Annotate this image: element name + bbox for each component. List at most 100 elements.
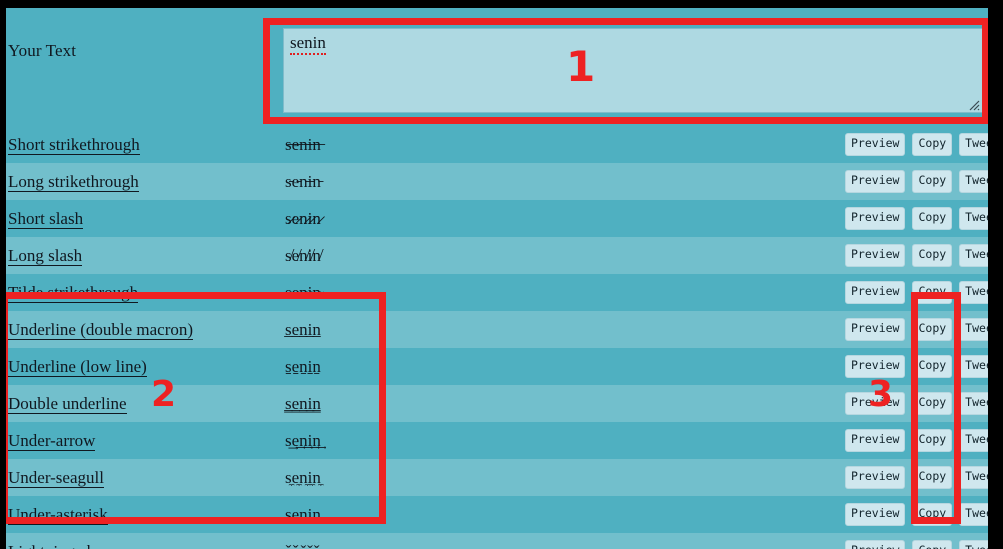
style-sample-text: s͙e͙n͙i͙n͙: [285, 504, 321, 524]
preview-button[interactable]: Preview: [845, 540, 906, 549]
table-row: Double underline s̳e̳n̳i̳n̳ Preview Copy Twe…: [6, 385, 988, 422]
style-name-cell: Under-arrow: [6, 430, 285, 451]
tweet-button[interactable]: Tweet: [959, 170, 988, 193]
style-rows-table: Short strikethrough s̶e̶n̶i̶n̶ Preview Copy…: [6, 126, 988, 549]
preview-button[interactable]: Preview: [845, 318, 906, 341]
style-name-cell: Under-seagull: [6, 467, 285, 488]
style-name-cell: Under-asterisk: [6, 504, 285, 525]
resize-grip-icon[interactable]: [967, 98, 980, 111]
preview-button[interactable]: Preview: [845, 207, 906, 230]
style-name-link[interactable]: Double underline: [8, 393, 127, 414]
style-sample-text: s̱e̱ṉi̱ṉ: [285, 356, 321, 376]
row-actions: Preview Copy Tweet: [845, 466, 988, 489]
style-name-link[interactable]: Short strikethrough: [8, 134, 140, 155]
table-row: Short strikethrough s̶e̶n̶i̶n̶ Preview Copy…: [6, 126, 988, 163]
style-name-link[interactable]: Lightning above: [8, 541, 120, 549]
tweet-button[interactable]: Tweet: [959, 355, 988, 378]
copy-button[interactable]: Copy: [912, 318, 953, 341]
table-row: Short slash s̷e̷n̷i̷n̷ Preview Copy Tweet: [6, 200, 988, 237]
row-actions: Preview Copy Tweet: [845, 355, 988, 378]
style-name-cell: Short slash: [6, 208, 285, 229]
copy-button[interactable]: Copy: [912, 355, 953, 378]
row-actions: Preview Copy Tweet: [845, 429, 988, 452]
copy-button[interactable]: Copy: [912, 133, 953, 156]
tweet-button[interactable]: Tweet: [959, 392, 988, 415]
style-name-cell: Long slash: [6, 245, 285, 266]
preview-button[interactable]: Preview: [845, 355, 906, 378]
row-actions: Preview Copy Tweet: [845, 318, 988, 341]
preview-button[interactable]: Preview: [845, 503, 906, 526]
preview-button[interactable]: Preview: [845, 281, 906, 304]
preview-button[interactable]: Preview: [845, 466, 906, 489]
row-actions: Preview Copy Tweet: [845, 392, 988, 415]
tweet-button[interactable]: Tweet: [959, 540, 988, 549]
style-sample-text: s͢e͢n͢i͢n͢: [285, 430, 321, 450]
style-name-cell: Double underline: [6, 393, 285, 414]
table-row: Long strikethrough s̵e̵n̵i̵n̵ Preview Copy T…: [6, 163, 988, 200]
tweet-button[interactable]: Tweet: [959, 503, 988, 526]
preview-button[interactable]: Preview: [845, 170, 906, 193]
style-name-cell: Underline (low line): [6, 356, 285, 377]
style-name-cell: Underline (double macron): [6, 319, 285, 340]
style-sample-text: s̷e̷n̷i̷n̷: [285, 208, 321, 228]
style-name-link[interactable]: Long slash: [8, 245, 83, 266]
page-content: Your Text senin Short strikethrough s̶e̶n…: [6, 8, 988, 549]
style-sample-text: s̸e̸n̸i̸n̸: [285, 245, 321, 265]
tweet-button[interactable]: Tweet: [959, 466, 988, 489]
table-row: Under-arrow s͢e͢n͢i͢n͢ Preview Copy Tweet: [6, 422, 988, 459]
your-text-value: senin: [290, 33, 326, 55]
preview-button[interactable]: Preview: [845, 429, 906, 452]
preview-button[interactable]: Preview: [845, 133, 906, 156]
tweet-button[interactable]: Tweet: [959, 133, 988, 156]
tweet-button[interactable]: Tweet: [959, 429, 988, 452]
copy-button[interactable]: Copy: [912, 392, 953, 415]
style-sample-text: s̴e̴n̴i̴n̴: [285, 282, 321, 302]
table-row: Underline (low line) s̱e̱ṉi̱ṉ Preview Cop…: [6, 348, 988, 385]
style-sample-text: šěňǐň: [285, 542, 845, 549]
style-sample-text: s̶e̶n̶i̶n̶: [285, 134, 321, 154]
style-name-link[interactable]: Short slash: [8, 208, 84, 229]
copy-button[interactable]: Copy: [912, 466, 953, 489]
table-row: Tilde strikethrough s̴e̴n̴i̴n̴ Preview Copy…: [6, 274, 988, 311]
your-text-textarea[interactable]: senin: [283, 28, 983, 113]
style-name-cell: Tilde strikethrough: [6, 282, 285, 303]
table-row: Under-seagull s̼e̼n̼i̼n̼ Preview Copy Tweet: [6, 459, 988, 496]
row-actions: Preview Copy Tweet: [845, 207, 988, 230]
copy-button[interactable]: Copy: [912, 540, 953, 549]
tweet-button[interactable]: Tweet: [959, 207, 988, 230]
style-sample-text: s̲e̲n̲i̲n̲: [285, 319, 321, 339]
tweet-button[interactable]: Tweet: [959, 244, 988, 267]
style-name-link[interactable]: Underline (low line): [8, 356, 147, 377]
copy-button[interactable]: Copy: [912, 281, 953, 304]
table-row: Underline (double macron) s̲e̲n̲i̲n̲ Previ…: [6, 311, 988, 348]
tweet-button[interactable]: Tweet: [959, 318, 988, 341]
table-row: Long slash s̸e̸n̸i̸n̸ Preview Copy Tweet: [6, 237, 988, 274]
tweet-button[interactable]: Tweet: [959, 281, 988, 304]
preview-button[interactable]: Preview: [845, 392, 906, 415]
style-name-link[interactable]: Under-seagull: [8, 467, 104, 488]
style-sample-text: s̵e̵n̵i̵n̵: [285, 171, 321, 191]
style-name-link[interactable]: Tilde strikethrough: [8, 282, 139, 303]
style-name-cell: Long strikethrough: [6, 171, 285, 192]
style-name-cell: Lightning above: [6, 541, 285, 549]
row-actions: Preview Copy Tweet: [845, 170, 988, 193]
preview-button[interactable]: Preview: [845, 244, 906, 267]
browser-window: Your Text senin Short strikethrough s̶e̶n…: [0, 0, 1003, 549]
style-name-link[interactable]: Under-asterisk: [8, 504, 108, 525]
copy-button[interactable]: Copy: [912, 429, 953, 452]
style-sample-text: s̼e̼n̼i̼n̼: [285, 467, 321, 487]
style-name-link[interactable]: Long strikethrough: [8, 171, 139, 192]
copy-button[interactable]: Copy: [912, 170, 953, 193]
row-actions: Preview Copy Tweet: [845, 281, 988, 304]
style-name-cell: Short strikethrough: [6, 134, 285, 155]
style-name-link[interactable]: Underline (double macron): [8, 319, 194, 340]
your-text-label: Your Text: [8, 41, 77, 60]
style-name-link[interactable]: Under-arrow: [8, 430, 96, 451]
your-text-section: Your Text senin: [6, 8, 988, 126]
copy-button[interactable]: Copy: [912, 244, 953, 267]
table-row: Lightning above šěňǐňPreview Copy Twee…: [6, 533, 988, 549]
row-actions: Preview Copy Tweet: [845, 540, 988, 549]
copy-button[interactable]: Copy: [912, 503, 953, 526]
copy-button[interactable]: Copy: [912, 207, 953, 230]
style-sample-text: s̳e̳n̳i̳n̳: [285, 393, 321, 413]
